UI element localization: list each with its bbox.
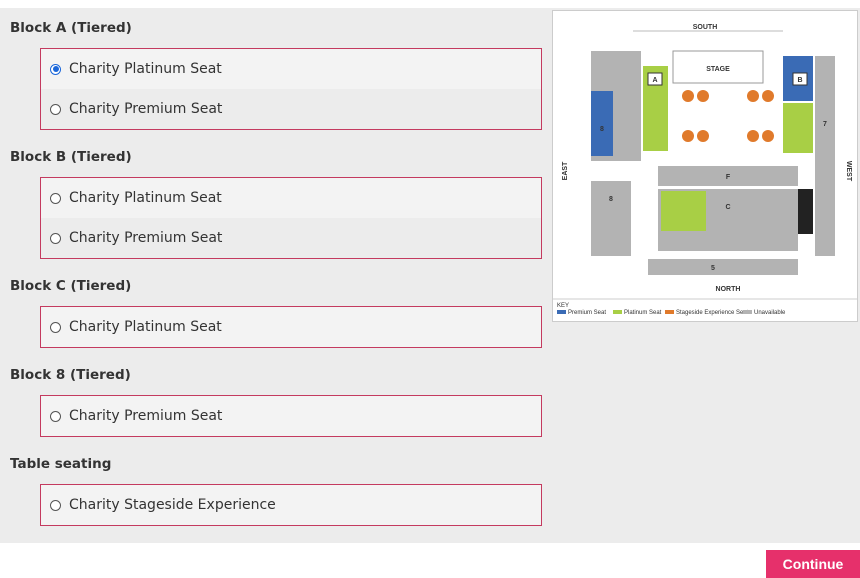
option-label: Charity Platinum Seat bbox=[69, 61, 222, 77]
option-block-c-platinum[interactable]: Charity Platinum Seat bbox=[41, 307, 541, 347]
option-label: Charity Premium Seat bbox=[69, 101, 223, 117]
map-block-8-label: 8 bbox=[600, 126, 604, 133]
option-group-block-c: Charity Platinum Seat bbox=[40, 306, 542, 348]
section-heading-block-b: Block B (Tiered) bbox=[10, 149, 132, 165]
block-b-platinum bbox=[783, 103, 813, 153]
key-swatch-unavailable bbox=[743, 310, 752, 314]
key-swatch-platinum bbox=[613, 310, 622, 314]
key-unavailable-label: Unavailable bbox=[754, 310, 786, 316]
seating-map: SOUTH STAGE 8 A B 7 WEST EAST 8 F C 5 NO… bbox=[552, 10, 858, 322]
map-key: Premium Seat Platinum Seat Stageside Exp… bbox=[557, 310, 786, 316]
option-group-block-a: Charity Platinum Seat Charity Premium Se… bbox=[40, 48, 542, 130]
block-7-unavailable bbox=[815, 56, 835, 256]
map-block-b-label: B bbox=[797, 77, 802, 84]
key-swatch-premium bbox=[557, 310, 566, 314]
radio[interactable] bbox=[50, 192, 61, 204]
key-premium-label: Premium Seat bbox=[568, 310, 606, 316]
seating-map-svg: SOUTH STAGE 8 A B 7 WEST EAST 8 F C 5 NO… bbox=[553, 24, 857, 316]
option-label: Charity Platinum Seat bbox=[69, 319, 222, 335]
map-east-label: EAST bbox=[562, 161, 569, 180]
section-heading-table-seating: Table seating bbox=[10, 456, 112, 472]
map-stage-label: STAGE bbox=[706, 66, 730, 73]
option-label: Charity Premium Seat bbox=[69, 230, 223, 246]
map-block-8-lower-label: 8 bbox=[609, 196, 613, 203]
key-stageside-label: Stageside Experience Seat bbox=[676, 310, 749, 316]
block-c-platinum bbox=[661, 191, 706, 231]
option-block-a-premium[interactable]: Charity Premium Seat bbox=[41, 89, 541, 129]
map-block-5-label: 5 bbox=[711, 265, 715, 272]
continue-button[interactable]: Continue bbox=[766, 550, 860, 578]
stageside-tables bbox=[682, 90, 774, 142]
map-south-label: SOUTH bbox=[693, 24, 718, 31]
option-block-b-premium[interactable]: Charity Premium Seat bbox=[41, 218, 541, 258]
block-8-lower bbox=[591, 181, 631, 256]
map-key-title: KEY bbox=[557, 303, 569, 309]
section-heading-block-c: Block C (Tiered) bbox=[10, 278, 132, 294]
map-block-7-label: 7 bbox=[823, 121, 827, 128]
option-block-8-premium[interactable]: Charity Premium Seat bbox=[41, 396, 541, 436]
section-heading-block-a: Block A (Tiered) bbox=[10, 20, 132, 36]
option-label: Charity Stageside Experience bbox=[69, 497, 276, 513]
key-swatch-stageside bbox=[665, 310, 674, 314]
option-block-a-platinum[interactable]: Charity Platinum Seat bbox=[41, 49, 541, 89]
map-block-a-label: A bbox=[652, 77, 657, 84]
option-group-block-b: Charity Platinum Seat Charity Premium Se… bbox=[40, 177, 542, 259]
control-desk bbox=[798, 189, 813, 234]
block-8-premium bbox=[591, 91, 613, 156]
radio[interactable] bbox=[50, 321, 61, 333]
option-group-block-8: Charity Premium Seat bbox=[40, 395, 542, 437]
section-heading-block-8: Block 8 (Tiered) bbox=[10, 367, 131, 383]
option-block-b-platinum[interactable]: Charity Platinum Seat bbox=[41, 178, 541, 218]
radio[interactable] bbox=[50, 232, 61, 244]
map-west-label: WEST bbox=[845, 161, 852, 182]
option-stageside-experience[interactable]: Charity Stageside Experience bbox=[41, 485, 541, 525]
key-platinum-label: Platinum Seat bbox=[624, 310, 662, 316]
map-north-label: NORTH bbox=[716, 286, 741, 293]
option-label: Charity Platinum Seat bbox=[69, 190, 222, 206]
option-group-table-seating: Charity Stageside Experience bbox=[40, 484, 542, 526]
option-label: Charity Premium Seat bbox=[69, 408, 223, 424]
radio[interactable] bbox=[50, 499, 61, 511]
radio-checked[interactable] bbox=[50, 63, 61, 75]
radio[interactable] bbox=[50, 103, 61, 115]
map-block-f-label: F bbox=[726, 174, 731, 181]
map-block-c-label: C bbox=[725, 204, 730, 211]
block-5 bbox=[648, 259, 798, 275]
radio[interactable] bbox=[50, 410, 61, 422]
